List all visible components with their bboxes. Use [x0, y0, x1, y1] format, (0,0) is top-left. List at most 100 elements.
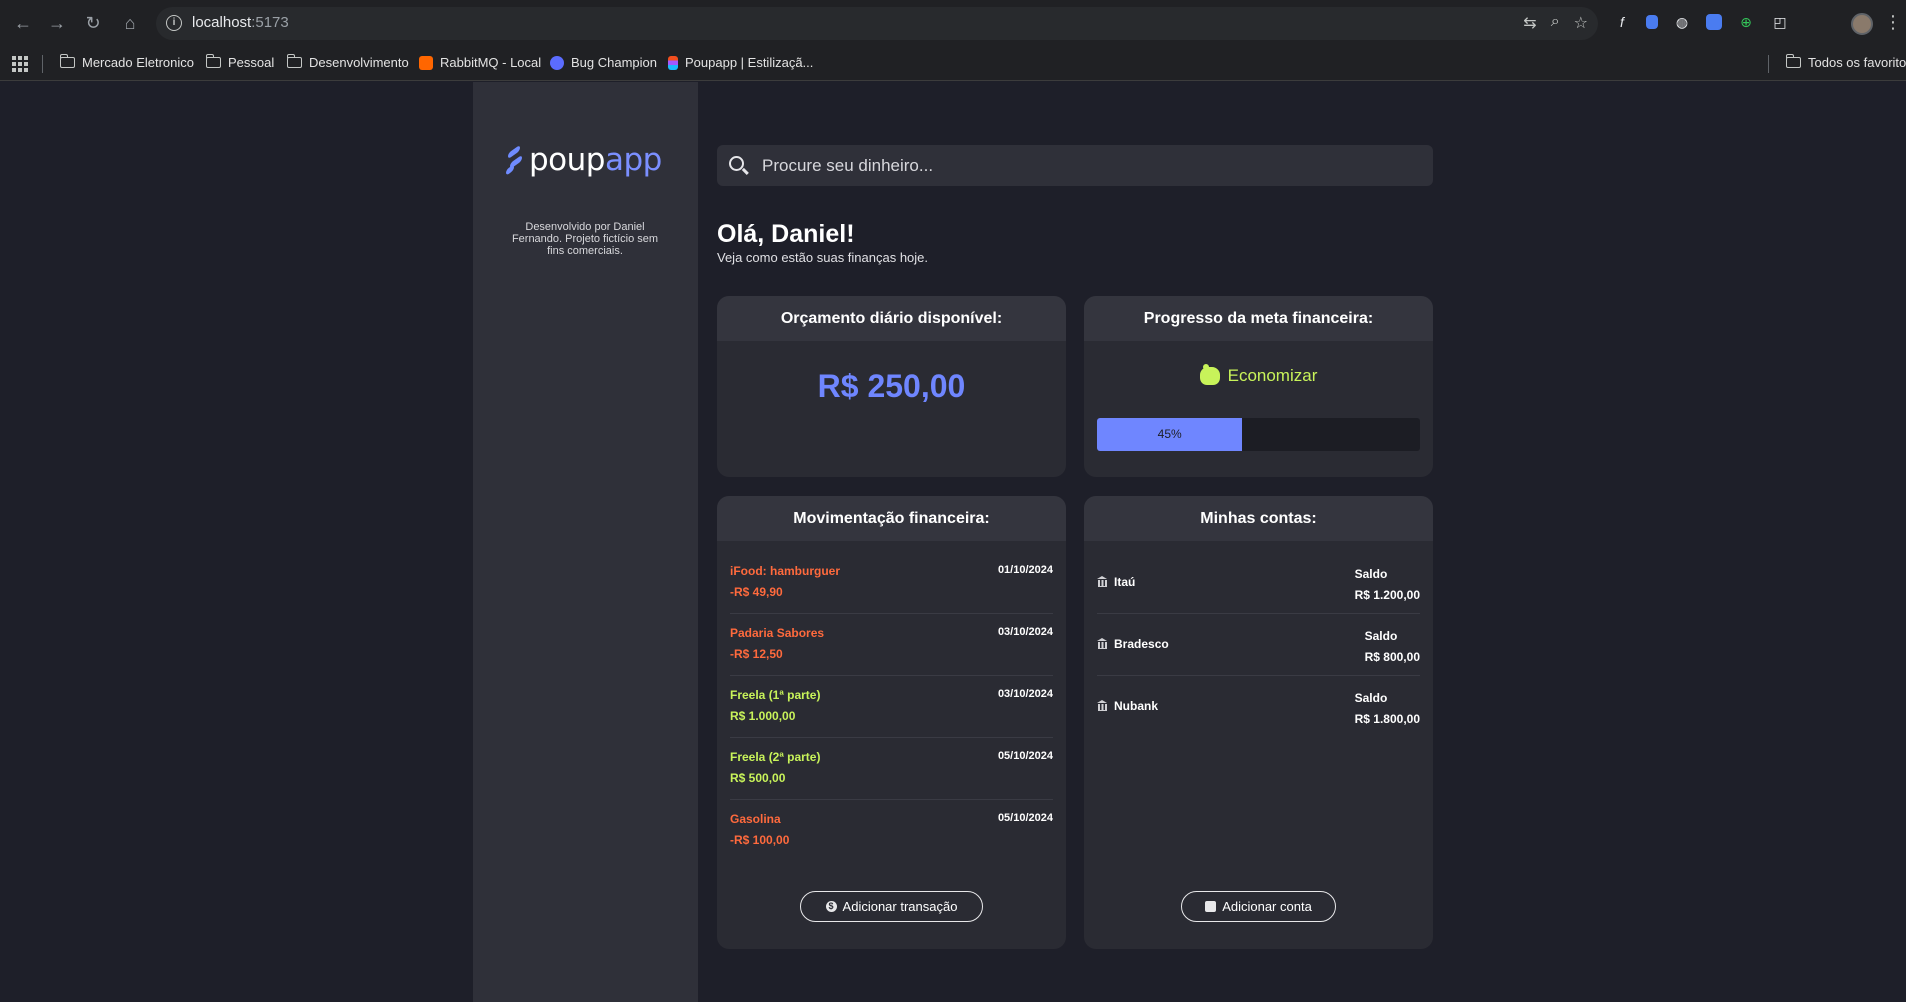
- bookmark-folder-mercado-eletronico[interactable]: Mercado Eletronico: [59, 54, 194, 70]
- figma-icon: [668, 55, 678, 70]
- bookmark-bug-champion[interactable]: Bug Champion: [550, 55, 657, 70]
- add-extension-icon[interactable]: ⊕: [1736, 12, 1756, 32]
- bookmark-poupapp-figma[interactable]: Poupapp | Estilizaçã...: [668, 55, 813, 70]
- folder-icon: [286, 54, 302, 68]
- transaction-item[interactable]: Freela (2ª parte) R$ 500,00 05/10/2024: [730, 738, 1053, 800]
- transaction-name: Freela (2ª parte): [730, 750, 821, 764]
- url-host: localhost: [192, 14, 252, 31]
- transaction-item[interactable]: iFood: hamburguer -R$ 49,90 01/10/2024: [730, 552, 1053, 614]
- piggy-bank-icon: [1199, 364, 1220, 385]
- financial-goal-card: Progresso da meta financeira: Economizar…: [1084, 296, 1433, 477]
- transaction-item[interactable]: Gasolina -R$ 100,00 05/10/2024: [730, 800, 1053, 862]
- transaction-date: 03/10/2024: [997, 626, 1053, 638]
- forward-icon[interactable]: →: [46, 12, 68, 34]
- account-item[interactable]: Nubank Saldo R$ 1.800,00: [1097, 676, 1420, 738]
- card-title: Minhas contas:: [1084, 496, 1433, 541]
- balance-label: Saldo: [1364, 629, 1398, 643]
- profile-avatar[interactable]: [1851, 13, 1873, 35]
- bookmark-label: RabbitMQ - Local: [440, 55, 542, 70]
- balance-value: R$ 1.200,00: [1354, 588, 1420, 602]
- balance-label: Saldo: [1354, 691, 1388, 705]
- transaction-name: Gasolina: [730, 812, 781, 826]
- balance-value: R$ 1.800,00: [1354, 712, 1420, 726]
- card-title: Orçamento diário disponível:: [717, 296, 1066, 341]
- url-text[interactable]: localhost:5173: [192, 14, 289, 31]
- daily-budget-value: R$ 250,00: [817, 368, 966, 404]
- account-name: Itaú: [1114, 575, 1136, 589]
- browser-menu-icon[interactable]: ⋮: [1884, 12, 1902, 32]
- account-balance: Saldo R$ 1.800,00: [1355, 688, 1420, 730]
- main-content: Olá, Daniel! Veja como estão suas finanç…: [717, 82, 1433, 1002]
- account-item[interactable]: Bradesco Saldo R$ 800,00: [1097, 614, 1420, 676]
- search-input[interactable]: [762, 153, 1402, 178]
- bookmark-folder-desenvolvimento[interactable]: Desenvolvimento: [286, 54, 409, 70]
- zoom-icon[interactable]: ⌕: [1551, 13, 1560, 33]
- bookmark-all-favorites[interactable]: Todos os favoritos: [1785, 54, 1906, 70]
- browser-toolbar: ← → ↻ ⌂ i localhost:5173 ⇆ ⌕ ☆ f ◍ ⊕ ◰ ⋮: [0, 0, 1906, 47]
- bank-icon: [1097, 638, 1108, 649]
- sidebar: poupapp Desenvolvido por Daniel Fernando…: [473, 82, 698, 1002]
- bookmark-label: Todos os favoritos: [1808, 55, 1906, 70]
- rabbitmq-icon: [419, 55, 433, 70]
- extensions-puzzle-icon[interactable]: ◰: [1770, 12, 1790, 32]
- account-item[interactable]: Itaú Saldo R$ 1.200,00: [1097, 552, 1420, 614]
- globe-extension-icon[interactable]: ◍: [1672, 12, 1692, 32]
- card-title: Progresso da meta financeira:: [1084, 296, 1433, 341]
- bookmark-label: Desenvolvimento: [309, 55, 409, 70]
- bookmark-star-icon[interactable]: ☆: [1574, 13, 1588, 33]
- url-port: :5173: [251, 14, 289, 31]
- balance-value: R$ 800,00: [1364, 650, 1420, 664]
- transaction-date: 05/10/2024: [997, 750, 1053, 762]
- bookmarks-divider: [1768, 55, 1769, 73]
- my-accounts-card: Minhas contas: Itaú Saldo R$ 1.200,00 Br…: [1084, 496, 1433, 949]
- formula-extension-icon[interactable]: f: [1612, 12, 1632, 32]
- search-bar[interactable]: [717, 145, 1433, 186]
- logo-text: poupapp: [529, 142, 662, 178]
- goal-progress-text: 45%: [1157, 427, 1182, 441]
- daily-budget-card: Orçamento diário disponível: R$ 250,00: [717, 296, 1066, 477]
- add-account-button[interactable]: Adicionar conta: [1181, 891, 1336, 922]
- apps-grid-icon[interactable]: [12, 56, 28, 72]
- add-transaction-label: Adicionar transação: [842, 899, 958, 914]
- search-icon: [729, 156, 744, 171]
- account-balance: Saldo R$ 800,00: [1365, 626, 1420, 668]
- transaction-amount: -R$ 12,50: [730, 647, 783, 661]
- transaction-date: 01/10/2024: [997, 564, 1053, 576]
- folder-icon: [205, 54, 221, 68]
- bank-icon: [1097, 576, 1108, 587]
- translate-icon[interactable]: ⇆: [1523, 13, 1536, 33]
- reload-icon[interactable]: ↻: [82, 12, 104, 34]
- account-name: Bradesco: [1114, 637, 1169, 651]
- card-title: Movimentação financeira:: [717, 496, 1066, 541]
- bug-champion-icon: [550, 55, 564, 70]
- bookmark-label: Poupapp | Estilizaçã...: [685, 55, 814, 70]
- transaction-date: 03/10/2024: [997, 688, 1053, 700]
- goal-progress-bar: 45%: [1097, 418, 1420, 451]
- bookmark-label: Pessoal: [228, 55, 275, 70]
- poupapp-logo[interactable]: poupapp: [505, 142, 662, 178]
- developer-note: Desenvolvido por Daniel Fernando. Projet…: [511, 221, 659, 257]
- bookmark-folder-pessoal[interactable]: Pessoal: [205, 54, 275, 70]
- home-icon[interactable]: ⌂: [119, 12, 141, 34]
- document-extension-icon[interactable]: [1646, 15, 1658, 29]
- add-transaction-button[interactable]: $ Adicionar transação: [800, 891, 983, 922]
- account-balance: Saldo R$ 1.200,00: [1355, 564, 1420, 606]
- goal-label-text: Economizar: [1227, 366, 1318, 385]
- logo-text-app: app: [604, 142, 662, 178]
- address-bar[interactable]: i localhost:5173 ⇆ ⌕ ☆: [156, 7, 1598, 40]
- bookmark-rabbitmq[interactable]: RabbitMQ - Local: [419, 55, 541, 70]
- transaction-item[interactable]: Padaria Sabores -R$ 12,50 03/10/2024: [730, 614, 1053, 676]
- coin-icon: $: [825, 901, 837, 912]
- transaction-amount: -R$ 49,90: [730, 585, 783, 599]
- site-info-icon[interactable]: i: [166, 15, 182, 31]
- google-translate-extension-icon[interactable]: [1706, 14, 1722, 30]
- folder-icon: [59, 54, 75, 68]
- transaction-item[interactable]: Freela (1ª parte) R$ 1.000,00 03/10/2024: [730, 676, 1053, 738]
- transaction-name: Freela (1ª parte): [730, 688, 821, 702]
- goal-progress-fill: 45%: [1097, 418, 1243, 451]
- add-account-label: Adicionar conta: [1222, 899, 1312, 914]
- transaction-amount: R$ 500,00: [730, 771, 786, 785]
- back-icon[interactable]: ←: [12, 12, 34, 34]
- wallet-icon: [1205, 901, 1217, 912]
- bookmarks-bar: Mercado Eletronico Pessoal Desenvolvimen…: [0, 47, 1906, 81]
